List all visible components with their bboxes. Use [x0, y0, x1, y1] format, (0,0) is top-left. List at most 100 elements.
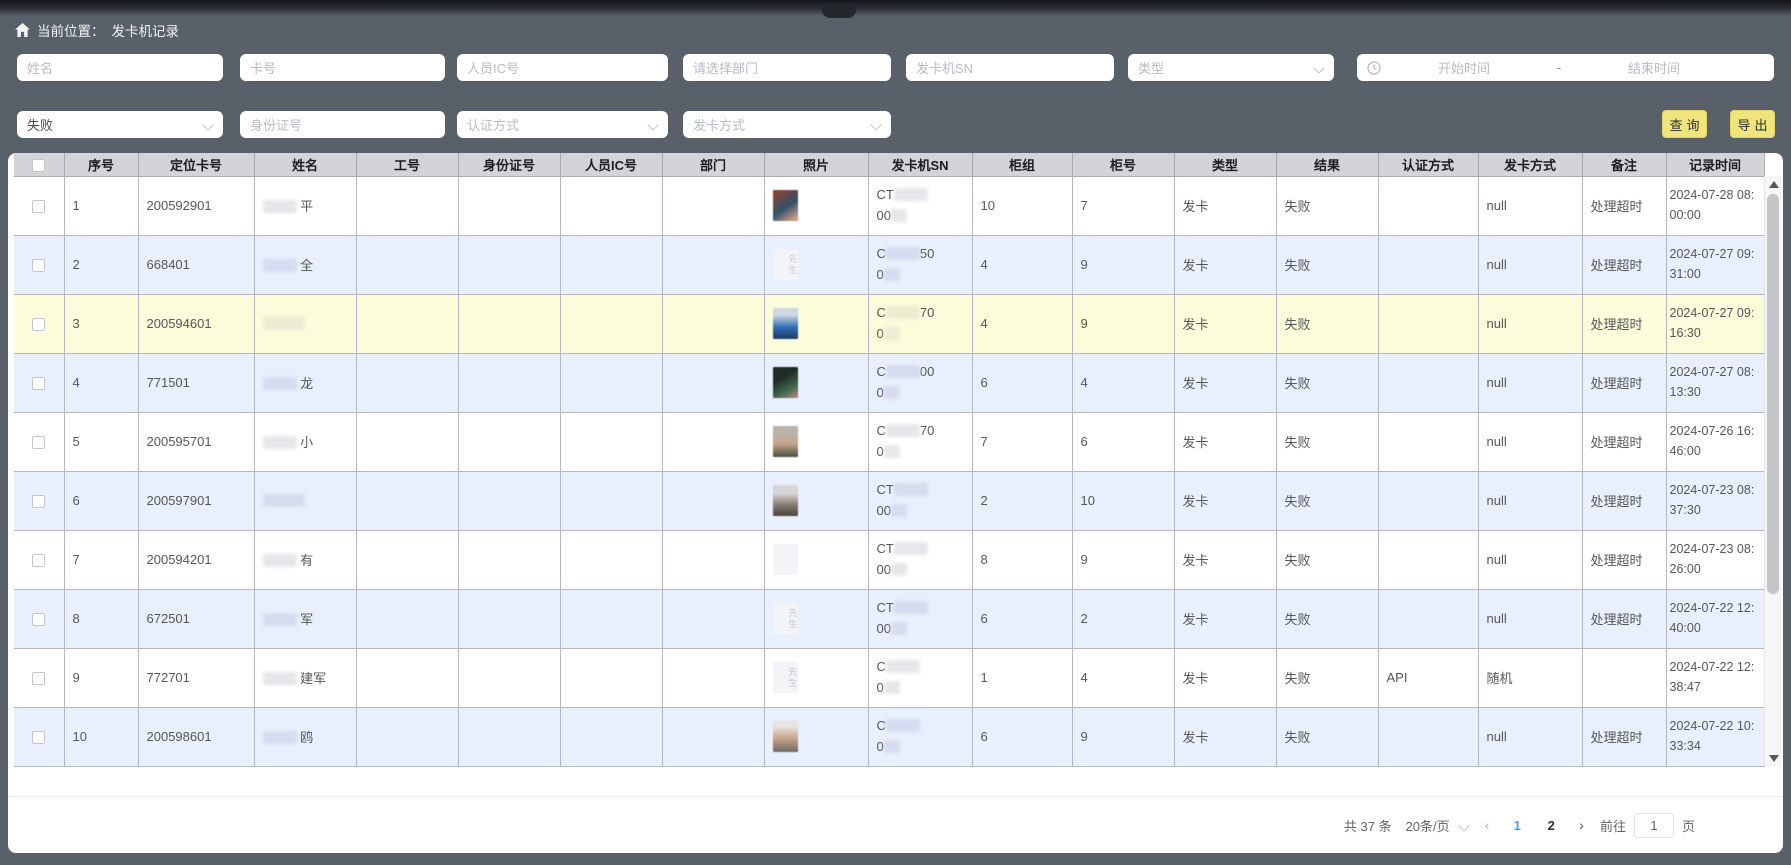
cell-time: 2024-07-22 10:33:34	[1666, 707, 1764, 766]
cell-remark: 处理超时	[1582, 176, 1666, 235]
row-checkbox[interactable]	[32, 377, 45, 390]
cell-personic	[560, 471, 662, 530]
export-button[interactable]: 导出	[1730, 110, 1775, 138]
cell-issue: 随机	[1478, 648, 1582, 707]
row-checkbox[interactable]	[32, 436, 45, 449]
scroll-down-arrow-icon[interactable]	[1765, 750, 1782, 766]
table-scrollbar[interactable]	[1764, 176, 1781, 766]
row-checkbox[interactable]	[32, 318, 45, 331]
select-all-checkbox[interactable]	[32, 159, 45, 172]
start-time-input[interactable]: 开始时间	[1389, 58, 1539, 77]
cell-dept	[662, 589, 764, 648]
cell-group: 2	[972, 471, 1072, 530]
search-button[interactable]: 查询	[1662, 110, 1707, 138]
person-ic-input[interactable]: 人员IC号	[457, 54, 668, 81]
select-all-checkbox-cell[interactable]	[14, 153, 64, 176]
cell-personic	[560, 294, 662, 353]
cell-issue: null	[1478, 530, 1582, 589]
page-size-select[interactable]: 20条/页	[1406, 816, 1469, 835]
cell-photo	[764, 353, 868, 412]
row-checkbox-cell[interactable]	[14, 530, 64, 589]
cell-photo: 先生	[764, 648, 868, 707]
row-checkbox-cell[interactable]	[14, 235, 64, 294]
row-checkbox-cell[interactable]	[14, 707, 64, 766]
row-checkbox[interactable]	[32, 731, 45, 744]
row-checkbox-cell[interactable]	[14, 176, 64, 235]
column-header: 照片	[764, 153, 868, 176]
page-number-2[interactable]: 2	[1539, 818, 1563, 833]
cell-type: 发卡	[1174, 235, 1276, 294]
cell-machine-sn: C000	[868, 353, 972, 412]
row-checkbox-cell[interactable]	[14, 412, 64, 471]
goto-label: 前往	[1600, 816, 1626, 835]
row-checkbox[interactable]	[32, 200, 45, 213]
page-size-value: 20条/页	[1406, 816, 1450, 835]
row-checkbox[interactable]	[32, 554, 45, 567]
row-checkbox-cell[interactable]	[14, 589, 64, 648]
cell-idcard	[458, 353, 560, 412]
machine-sn-input[interactable]: 发卡机SN	[906, 54, 1114, 81]
row-checkbox[interactable]	[32, 613, 45, 626]
next-page-button[interactable]: ›	[1577, 817, 1586, 833]
cell-group: 6	[972, 707, 1072, 766]
cell-index: 4	[64, 353, 138, 412]
table-row[interactable]: 10200598601 鸥C069发卡失败null处理超时2024-07-22 …	[14, 707, 1764, 766]
date-range-picker[interactable]: 开始时间 - 结束时间	[1357, 54, 1774, 81]
row-checkbox-cell[interactable]	[14, 294, 64, 353]
cell-cabinet: 7	[1072, 176, 1174, 235]
prev-page-button[interactable]: ‹	[1483, 817, 1492, 833]
cell-personic	[560, 648, 662, 707]
name-input[interactable]: 姓名	[17, 54, 223, 81]
table-row[interactable]: 5200595701 小C70076发卡失败null处理超时2024-07-26…	[14, 412, 1764, 471]
cell-jobno	[356, 648, 458, 707]
cell-dept	[662, 530, 764, 589]
goto-page-input[interactable]	[1634, 813, 1674, 838]
cell-index: 10	[64, 707, 138, 766]
idcard-input[interactable]: 身份证号	[240, 111, 445, 138]
cell-issue: null	[1478, 176, 1582, 235]
cell-auth	[1378, 176, 1478, 235]
cell-photo	[764, 530, 868, 589]
end-time-input[interactable]: 结束时间	[1579, 58, 1729, 77]
goto-page: 前往 页	[1600, 813, 1695, 838]
cell-personic	[560, 707, 662, 766]
cell-type: 发卡	[1174, 176, 1276, 235]
browser-notch	[822, 6, 856, 18]
cell-index: 2	[64, 235, 138, 294]
cell-jobno	[356, 235, 458, 294]
table-row[interactable]: 6200597901 CT00210发卡失败null处理超时2024-07-23…	[14, 471, 1764, 530]
scrollbar-thumb[interactable]	[1767, 194, 1779, 594]
row-checkbox-cell[interactable]	[14, 353, 64, 412]
cell-auth	[1378, 412, 1478, 471]
table-row[interactable]: 3200594601 C70049发卡失败null处理超时2024-07-27 …	[14, 294, 1764, 353]
cell-card: 200592901	[138, 176, 254, 235]
table-row[interactable]: 1200592901 平CT00107发卡失败null处理超时2024-07-2…	[14, 176, 1764, 235]
card-number-input[interactable]: 卡号	[240, 54, 445, 81]
cell-jobno	[356, 176, 458, 235]
cell-result: 失败	[1276, 648, 1378, 707]
table-row[interactable]: 9772701 建军先生C014发卡失败API随机2024-07-22 12:3…	[14, 648, 1764, 707]
cell-name	[254, 294, 356, 353]
issue-method-select[interactable]: 发卡方式	[683, 111, 891, 138]
table-row[interactable]: 8672501 军先生CT0062发卡失败null处理超时2024-07-22 …	[14, 589, 1764, 648]
clock-icon	[1367, 61, 1381, 75]
row-checkbox[interactable]	[32, 495, 45, 508]
range-separator: -	[1539, 60, 1579, 75]
table-row[interactable]: 7200594201 有CT0089发卡失败null处理超时2024-07-23…	[14, 530, 1764, 589]
row-checkbox-cell[interactable]	[14, 648, 64, 707]
table-row[interactable]: 4771501 龙C00064发卡失败null处理超时2024-07-27 08…	[14, 353, 1764, 412]
type-select[interactable]: 类型	[1128, 54, 1334, 81]
scroll-up-arrow-icon[interactable]	[1765, 176, 1782, 192]
cell-type: 发卡	[1174, 412, 1276, 471]
page-number-1[interactable]: 1	[1505, 818, 1529, 833]
type-select-value: 类型	[1138, 58, 1164, 77]
department-select[interactable]: 请选择部门	[683, 54, 891, 81]
row-checkbox[interactable]	[32, 672, 45, 685]
cell-issue: null	[1478, 412, 1582, 471]
cell-type: 发卡	[1174, 707, 1276, 766]
auth-method-select[interactable]: 认证方式	[457, 111, 668, 138]
result-select[interactable]: 失败	[17, 111, 223, 138]
row-checkbox[interactable]	[32, 259, 45, 272]
table-row[interactable]: 2668401 全先生C50049发卡失败null处理超时2024-07-27 …	[14, 235, 1764, 294]
row-checkbox-cell[interactable]	[14, 471, 64, 530]
